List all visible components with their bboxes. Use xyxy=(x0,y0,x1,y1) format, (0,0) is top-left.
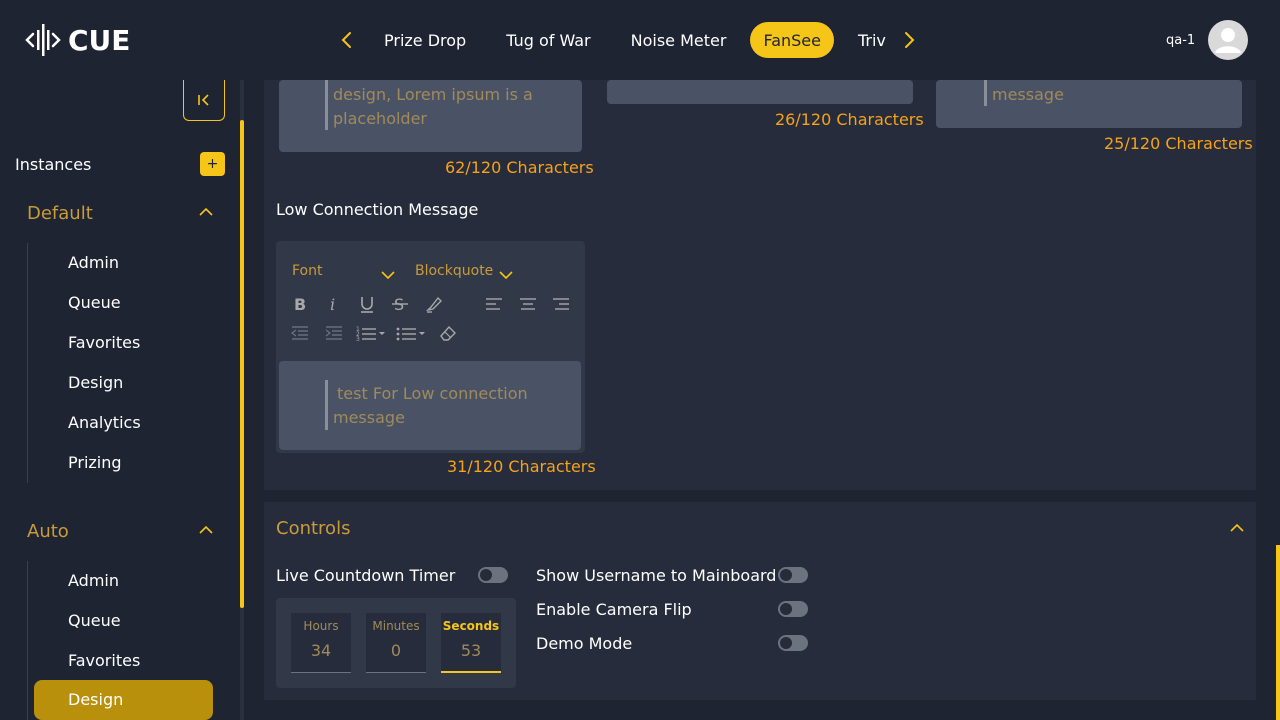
sidebar-item-design[interactable]: Design xyxy=(68,373,123,392)
collapse-sidebar-button[interactable] xyxy=(183,80,225,121)
tab-prize-drop[interactable]: Prize Drop xyxy=(364,22,486,58)
chevron-down-icon[interactable] xyxy=(378,265,398,285)
sidebar-scroll-thumb[interactable] xyxy=(240,120,244,608)
collapse-left-icon xyxy=(198,94,209,106)
minutes-label: Minutes xyxy=(372,619,420,633)
font-select[interactable]: Font xyxy=(292,263,322,279)
align-right-icon[interactable] xyxy=(551,294,571,314)
blockquote-bar xyxy=(325,380,328,430)
svg-text:i: i xyxy=(330,295,335,314)
chevron-up-icon[interactable] xyxy=(198,207,214,217)
underline-icon[interactable] xyxy=(357,294,377,314)
demo-mode-toggle[interactable] xyxy=(778,635,808,651)
character-count: 62/120 Characters xyxy=(445,158,594,177)
show-username-toggle[interactable] xyxy=(778,567,808,583)
hours-label: Hours xyxy=(303,619,339,633)
seconds-value: 53 xyxy=(460,641,482,660)
chevron-down-icon[interactable] xyxy=(496,265,516,285)
controls-title[interactable]: Controls xyxy=(276,518,350,539)
camera-flip-toggle[interactable] xyxy=(778,601,808,617)
logo-icon xyxy=(25,24,61,56)
app-logo[interactable]: CUE xyxy=(24,22,130,58)
message-text: test For Low connection xyxy=(337,384,528,403)
sidebar-item-favorites[interactable]: Favorites xyxy=(68,651,140,670)
align-left-icon[interactable] xyxy=(484,294,504,314)
numbered-list-icon[interactable]: 123 xyxy=(356,323,388,343)
camera-flip-label: Enable Camera Flip xyxy=(536,600,692,619)
hours-field[interactable]: Hours 34 xyxy=(291,613,351,673)
character-count: 31/120 Characters xyxy=(447,457,596,476)
tab-trivia[interactable]: Trivia xyxy=(838,22,886,58)
character-count: 26/120 Characters xyxy=(775,110,924,129)
sidebar-item-prizing[interactable]: Prizing xyxy=(68,453,122,472)
live-countdown-label: Live Countdown Timer xyxy=(276,566,456,585)
top-bar: CUE Prize Drop Tug of War Noise Meter Fa… xyxy=(0,0,1280,80)
main-scroll-thumb[interactable] xyxy=(1276,545,1280,720)
sidebar-item-admin[interactable]: Admin xyxy=(68,571,119,590)
add-instance-button[interactable]: + xyxy=(200,152,225,176)
svg-text:3: 3 xyxy=(356,336,360,343)
sidebar: Instances + Default Admin Queue Favorite… xyxy=(0,80,240,720)
minutes-value: 0 xyxy=(390,641,402,660)
tab-noise-meter[interactable]: Noise Meter xyxy=(611,22,747,58)
message-editor-content[interactable] xyxy=(936,80,1242,128)
low-connection-content[interactable]: test For Low connection message xyxy=(279,361,581,450)
strikethrough-icon[interactable]: S xyxy=(390,294,410,314)
blockquote-bar xyxy=(325,80,328,130)
italic-icon[interactable]: i xyxy=(324,294,344,314)
tabs-next-icon[interactable] xyxy=(899,28,919,52)
demo-mode-label: Demo Mode xyxy=(536,634,633,653)
outdent-icon[interactable] xyxy=(290,323,310,343)
bold-icon[interactable]: B xyxy=(290,294,310,314)
seconds-field[interactable]: Seconds 53 xyxy=(441,613,501,673)
group-divider xyxy=(27,243,28,483)
chevron-up-icon[interactable] xyxy=(1229,523,1245,533)
group-title-default[interactable]: Default xyxy=(27,203,93,224)
message-text: message xyxy=(992,85,1064,104)
seconds-label: Seconds xyxy=(442,619,500,633)
instances-label: Instances xyxy=(15,155,92,174)
live-countdown-toggle[interactable] xyxy=(478,567,508,583)
block-format-select[interactable]: Blockquote xyxy=(415,263,493,279)
minutes-field[interactable]: Minutes 0 xyxy=(366,613,426,673)
sidebar-item-admin[interactable]: Admin xyxy=(68,253,119,272)
character-count: 25/120 Characters xyxy=(1104,134,1253,153)
user-avatar[interactable] xyxy=(1208,20,1248,60)
user-name: qa-1 xyxy=(1166,33,1196,48)
message-editor-content[interactable] xyxy=(607,80,913,104)
sidebar-item-queue[interactable]: Queue xyxy=(68,293,121,312)
message-text: message xyxy=(333,408,405,427)
low-connection-label: Low Connection Message xyxy=(276,200,479,219)
sidebar-item-design-active[interactable]: Design xyxy=(34,680,213,720)
logo-text: CUE xyxy=(68,23,131,57)
message-text: placeholder xyxy=(333,109,427,128)
tab-fansee[interactable]: FanSee xyxy=(750,22,834,58)
indent-icon[interactable] xyxy=(324,323,344,343)
sidebar-item-favorites[interactable]: Favorites xyxy=(68,333,140,352)
sidebar-item-label: Design xyxy=(68,690,124,709)
bullet-list-icon[interactable] xyxy=(396,323,428,343)
blockquote-bar xyxy=(984,80,987,106)
group-divider xyxy=(27,561,28,720)
countdown-timer: Hours 34 Minutes 0 Seconds 53 xyxy=(276,598,516,688)
show-username-label: Show Username to Mainboard xyxy=(536,566,777,585)
group-title-auto[interactable]: Auto xyxy=(27,521,69,542)
svg-text:B: B xyxy=(294,295,306,314)
eraser-icon[interactable] xyxy=(438,323,458,343)
module-tabs: Prize Drop Tug of War Noise Meter FanSee… xyxy=(364,22,886,58)
highlighter-icon[interactable] xyxy=(424,294,444,314)
chevron-up-icon[interactable] xyxy=(198,525,214,535)
message-text: design, Lorem ipsum is a xyxy=(333,85,533,104)
hours-value: 34 xyxy=(310,641,332,660)
low-connection-editor: Font Blockquote B i S 123 test For Low c… xyxy=(276,241,585,453)
user-icon xyxy=(1215,28,1241,53)
tabs-prev-icon[interactable] xyxy=(337,28,357,52)
align-center-icon[interactable] xyxy=(518,294,538,314)
tab-tug-of-war[interactable]: Tug of War xyxy=(486,22,610,58)
sidebar-item-queue[interactable]: Queue xyxy=(68,611,121,630)
sidebar-item-analytics[interactable]: Analytics xyxy=(68,413,141,432)
